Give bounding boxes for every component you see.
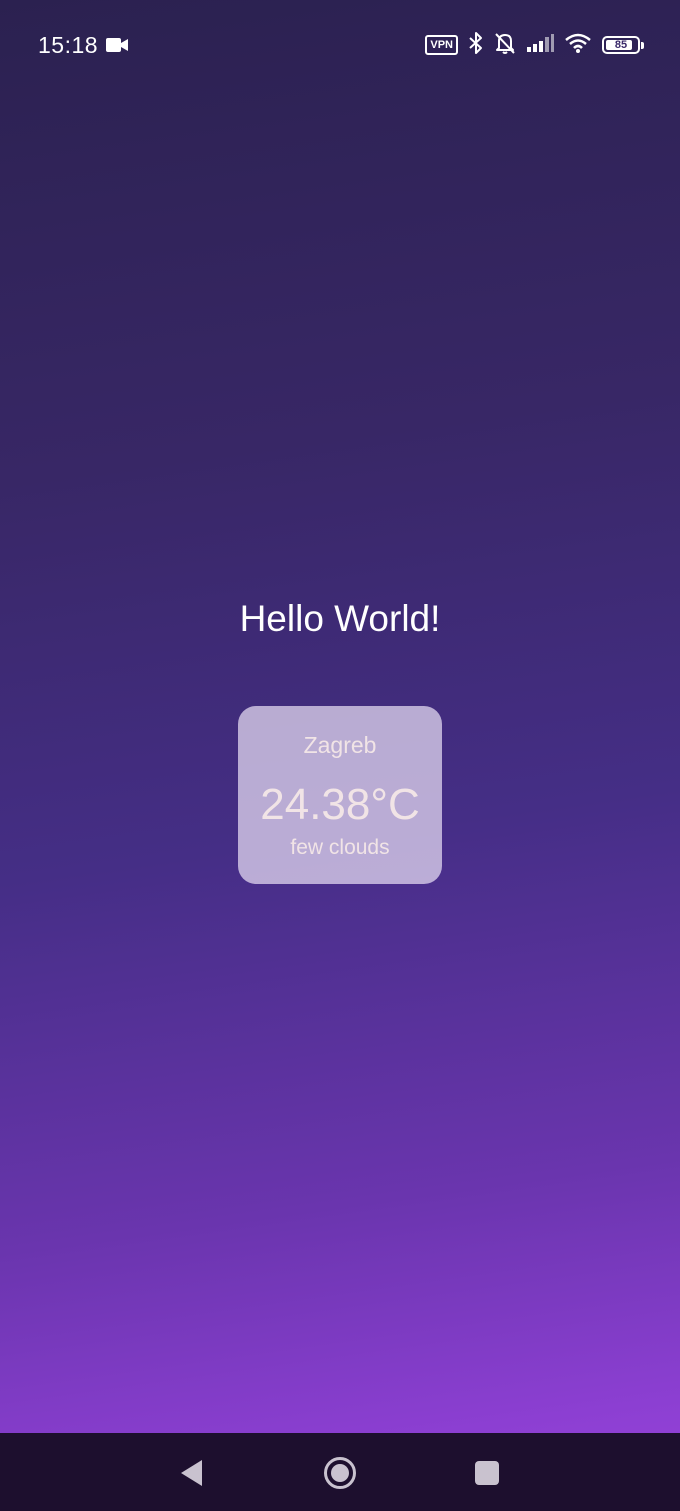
bluetooth-icon [468, 31, 484, 60]
home-button[interactable] [322, 1455, 358, 1491]
status-time: 15:18 [38, 32, 99, 58]
battery-icon: 85 [602, 36, 644, 54]
signal-icon [526, 33, 554, 58]
weather-temperature: 24.38°C [260, 780, 420, 829]
battery-cap [641, 41, 644, 49]
notifications-off-icon [494, 31, 516, 60]
back-icon [181, 1460, 202, 1486]
weather-card[interactable]: Zagreb 24.38°C few clouds [238, 706, 442, 884]
status-icons: VPN 85 [425, 30, 644, 60]
battery-level-text: 85 [614, 39, 628, 51]
home-icon [324, 1457, 356, 1489]
wifi-icon [564, 32, 592, 59]
vpn-icon: VPN [425, 35, 458, 55]
greeting-text: Hello World! [239, 598, 441, 639]
video-camera-icon [105, 36, 129, 54]
recents-button[interactable] [469, 1455, 505, 1491]
weather-city: Zagreb [303, 732, 377, 758]
back-button[interactable] [174, 1455, 210, 1491]
weather-description: few clouds [290, 836, 390, 859]
navigation-bar [0, 1433, 680, 1511]
app-screen: 15:18 VPN 85 Hello World! Zagreb 24.38°C… [0, 0, 680, 1511]
battery-body: 85 [602, 36, 640, 54]
recents-icon [475, 1461, 499, 1485]
status-bar: 15:18 VPN 85 [0, 0, 680, 90]
